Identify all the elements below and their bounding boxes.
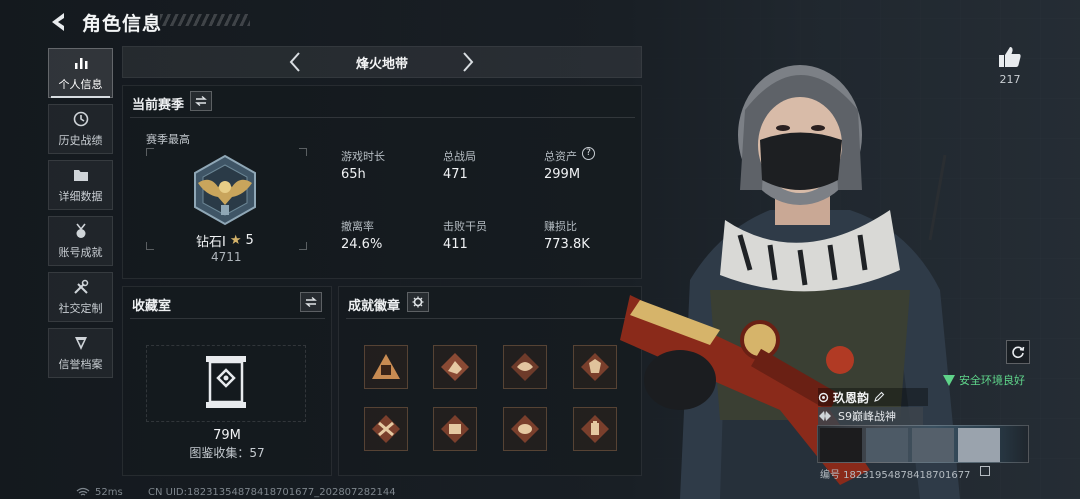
- nav-label: 历史战绩: [58, 134, 103, 147]
- bar-chart-icon: [74, 58, 87, 69]
- player-id: 编号 18231954878418701677: [820, 470, 971, 481]
- divider: [130, 117, 635, 118]
- copy-icon[interactable]: [980, 466, 990, 476]
- shield-icon: [74, 337, 87, 350]
- swap-icon: [195, 95, 207, 107]
- nav-item-social-custom[interactable]: 社交定制: [48, 272, 113, 322]
- banner-portrait-4: [958, 428, 1000, 462]
- collection-value: 79M: [213, 428, 241, 443]
- medal-icon: [75, 223, 86, 238]
- collection-swap-button[interactable]: [300, 292, 322, 312]
- achievements-title: 成就徽章: [348, 299, 401, 314]
- stat-value: 299M: [544, 167, 581, 182]
- refresh-icon: [1012, 346, 1025, 359]
- nav-label: 详细数据: [58, 190, 103, 203]
- achievement-badge[interactable]: [503, 407, 547, 451]
- badge-2-icon: [441, 353, 469, 381]
- nav-item-achievements[interactable]: 账号成就: [48, 216, 113, 266]
- stat-label: 击败干员: [443, 220, 487, 233]
- badge-7-icon: [511, 415, 539, 443]
- stat-label: 赚损比: [544, 220, 577, 233]
- achievement-badge[interactable]: [503, 345, 547, 389]
- nav-item-reputation[interactable]: 信誉档案: [48, 328, 113, 378]
- divider: [346, 318, 636, 319]
- wing-icon: [819, 411, 831, 421]
- stat-value: 65h: [341, 167, 366, 182]
- chevron-right-icon[interactable]: [460, 51, 476, 73]
- nav-item-history[interactable]: 历史战绩: [48, 104, 113, 154]
- nav-item-personal-info[interactable]: 个人信息: [48, 48, 113, 98]
- tools-icon: [73, 279, 88, 294]
- badge-5-icon: [372, 415, 400, 443]
- banner-portrait-3: [912, 428, 954, 462]
- shield-check-icon: [943, 375, 955, 386]
- rank-emblem-icon: [194, 154, 256, 226]
- ping-value: 52ms: [95, 487, 123, 498]
- season-best-label: 赛季最高: [146, 133, 190, 146]
- gear-icon: [412, 296, 424, 308]
- achievements-settings-button[interactable]: [407, 292, 429, 312]
- uid-text: CN UID:18231354878418701677_202807282144: [148, 487, 396, 498]
- achievement-badge[interactable]: [364, 407, 408, 451]
- stat-label: 撤离率: [341, 220, 374, 233]
- stat-value: 24.6%: [341, 237, 383, 252]
- collection-count: 图鉴收集：57: [189, 446, 265, 460]
- thumbs-up-icon[interactable]: [998, 46, 1022, 68]
- nav-label: 信誉档案: [58, 358, 103, 371]
- page-title: 角色信息: [82, 13, 163, 35]
- rank-name: 钻石Ⅰ: [196, 235, 226, 250]
- rank-label: 钻石Ⅰ ★ 5: [196, 231, 254, 250]
- edit-icon[interactable]: [873, 391, 885, 403]
- badge-1-icon: [372, 354, 400, 379]
- nav-label: 个人信息: [58, 78, 103, 91]
- stat-label: 总资产: [544, 150, 577, 163]
- likes-count: 217: [999, 73, 1021, 86]
- player-name: 玖恩韵: [833, 390, 870, 405]
- current-season-title: 当前赛季: [132, 98, 185, 113]
- nav-item-detail-data[interactable]: 详细数据: [48, 160, 113, 210]
- safety-status: 安全环境良好: [959, 374, 1025, 387]
- season-name: 烽火地带: [355, 57, 408, 72]
- folder-icon: [73, 170, 88, 181]
- wifi-icon: [76, 487, 90, 496]
- stat-value: 773.8K: [544, 237, 590, 252]
- achievement-badge[interactable]: [433, 345, 477, 389]
- rank-score: 4711: [211, 250, 242, 264]
- divider: [130, 318, 325, 319]
- player-banner-image: [817, 425, 1029, 463]
- banner-portrait-2: [866, 428, 908, 462]
- title-decoration: [160, 14, 250, 26]
- display-case-icon: [206, 356, 246, 408]
- banner-portrait-1: [820, 428, 862, 462]
- history-icon: [73, 111, 88, 127]
- nav-label: 账号成就: [58, 246, 103, 259]
- nav-label: 社交定制: [58, 302, 103, 315]
- title-badge-text: S9巅峰战神: [838, 410, 896, 423]
- rank-stars: 5: [245, 233, 254, 248]
- achievement-badge[interactable]: [364, 345, 408, 389]
- star-icon: ★: [229, 233, 242, 248]
- stat-label: 总战局: [443, 150, 476, 163]
- back-arrow-icon[interactable]: [48, 10, 72, 34]
- player-name-tag: 玖恩韵: [818, 388, 928, 406]
- stat-value: 471: [443, 167, 468, 182]
- title-badge: S9巅峰战神: [818, 407, 923, 425]
- swap-icon: [305, 296, 317, 308]
- badge-6-icon: [441, 415, 469, 443]
- stat-value: 411: [443, 237, 468, 252]
- help-icon[interactable]: ?: [582, 147, 595, 160]
- refresh-button[interactable]: [1006, 340, 1030, 364]
- achievement-badge[interactable]: [433, 407, 477, 451]
- badge-3-icon: [511, 353, 539, 381]
- location-icon: [818, 392, 829, 402]
- collection-title: 收藏室: [132, 299, 172, 314]
- swap-season-button[interactable]: [190, 91, 212, 111]
- stat-label: 游戏时长: [341, 150, 385, 163]
